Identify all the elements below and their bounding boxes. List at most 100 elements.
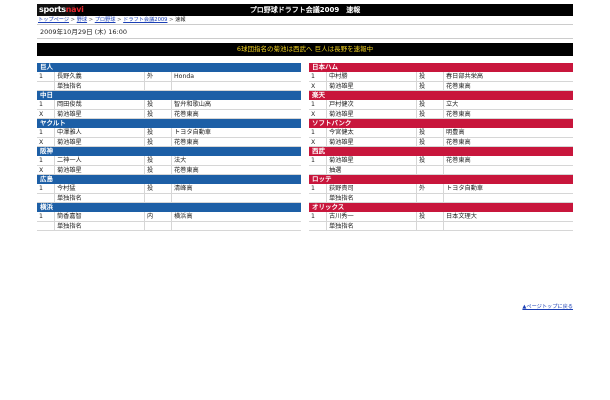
player-affiliation <box>172 222 301 231</box>
pick-row: X 菊池雄星投花巻東高 <box>37 109 301 119</box>
player-position <box>145 81 172 90</box>
team-name: ソフトバンク <box>309 119 573 128</box>
page-top-link[interactable]: ▲ページトップに戻る <box>522 303 573 310</box>
player-name: 岡田俊哉 <box>55 100 145 109</box>
pick-number: 1 <box>309 156 327 165</box>
player-affiliation: 花巻東高 <box>446 110 471 118</box>
pick-row: 単独指名 <box>309 221 573 231</box>
team-name: 広島 <box>37 175 301 184</box>
player-position: 投 <box>145 128 172 137</box>
player-name: 今宮健太 <box>327 128 417 137</box>
pick-number: X <box>37 137 55 146</box>
player-position: 投 <box>417 128 444 137</box>
pick-row: 1 戸村健次投立大 <box>309 100 573 110</box>
team-name: ロッテ <box>309 175 573 184</box>
team-block: 広島 1 今村猛投清峰高 単独指名 <box>37 175 301 203</box>
pick-row: 1 岡田俊哉投智弁和歌山高 <box>37 100 301 110</box>
team-name: 中日 <box>37 91 301 100</box>
player-affiliation: 智弁和歌山高 <box>174 101 212 108</box>
player-name: 二神一人 <box>55 156 145 165</box>
player-name: 単独指名 <box>55 221 145 230</box>
pick-number <box>309 221 327 230</box>
player-position: 投 <box>417 72 444 81</box>
team-name: 楽天 <box>309 91 573 100</box>
breadcrumb-separator: > <box>115 17 124 23</box>
player-affiliation: トヨタ自動車 <box>446 185 484 192</box>
breadcrumb-top[interactable]: トップページ <box>38 17 69 23</box>
pick-row: 1 今宮健太投明豊高 <box>309 128 573 138</box>
draft-results: 巨人 1 長野久義外 Honda 単独指名 中日 1 岡田俊哉投智弁和歌山高 X 菊池雄星投花巻東… <box>37 63 573 231</box>
pick-row: 1 二神一人投法大 <box>37 156 301 166</box>
player-affiliation: 花巻東高 <box>446 82 471 90</box>
player-name: 筒香嘉智 <box>55 212 145 221</box>
breadcrumb-baseball[interactable]: 野球 <box>77 17 87 23</box>
pick-number: 1 <box>37 212 55 221</box>
player-position: 投 <box>417 100 444 109</box>
team-block: 中日 1 岡田俊哉投智弁和歌山高 X 菊池雄星投花巻東高 <box>37 91 301 119</box>
pick-number: 1 <box>309 128 327 137</box>
player-position: 内 <box>145 212 172 221</box>
team-block: 阪神 1 二神一人投法大 X 菊池雄星投花巻東高 <box>37 147 301 175</box>
team-name: 巨人 <box>37 63 301 72</box>
pick-number: 1 <box>309 212 327 221</box>
team-block: 日本ハム 1 中村勝投春日部共栄高 X 菊池雄星投花巻東高 <box>309 63 573 91</box>
pick-row: 1 今村猛投清峰高 <box>37 184 301 194</box>
pick-row: 1 中澤雅人投トヨタ自動車 <box>37 128 301 138</box>
breadcrumb-separator: > <box>69 17 77 23</box>
player-affiliation: 花巻東高 <box>174 138 199 146</box>
player-name: 菊池雄星 <box>55 137 145 146</box>
player-position: 投 <box>417 156 444 165</box>
player-name: 単独指名 <box>327 221 417 230</box>
pick-number <box>37 81 55 90</box>
player-name: 中村勝 <box>327 72 417 81</box>
team-name: 日本ハム <box>309 63 573 72</box>
player-name: 単独指名 <box>55 81 145 90</box>
pick-row: 1 古川秀一投日本文理大 <box>309 212 573 222</box>
page-title: プロ野球ドラフト会議2009 速報 <box>249 6 361 14</box>
player-affiliation: 立大 <box>446 101 459 108</box>
pacific-league-column: 日本ハム 1 中村勝投春日部共栄高 X 菊池雄星投花巻東高 楽天 1 戸村健次投立大 X 菊池雄星… <box>309 63 573 231</box>
player-affiliation: 花巻東高 <box>446 157 471 164</box>
breadcrumb-pro-baseball[interactable]: プロ野球 <box>95 17 116 23</box>
pick-row: 1 菊池雄星投花巻東高 <box>309 156 573 166</box>
team-block: ヤクルト 1 中澤雅人投トヨタ自動車 X 菊池雄星投花巻東高 <box>37 119 301 147</box>
pick-number: 1 <box>309 184 327 193</box>
team-block: 西武 1 菊池雄星投花巻東高 抽選 <box>309 147 573 175</box>
headline-banner: 6球団指名の菊池は西武へ 巨人は長野を速報中 <box>37 43 573 56</box>
pick-row: 単独指名 <box>37 81 301 91</box>
pick-row: 1 筒香嘉智内横浜高 <box>37 212 301 222</box>
player-name: 古川秀一 <box>327 212 417 221</box>
player-name: 単独指名 <box>55 193 145 202</box>
player-affiliation <box>444 166 573 175</box>
team-name: 西武 <box>309 147 573 156</box>
pick-row: 1 長野久義外 Honda <box>37 72 301 82</box>
player-position: 投 <box>145 137 172 146</box>
breadcrumb-separator: > <box>167 17 176 23</box>
player-position: 投 <box>145 165 172 174</box>
team-name: ヤクルト <box>37 119 301 128</box>
player-affiliation: トヨタ自動車 <box>174 129 212 136</box>
breadcrumb-draft-2009[interactable]: ドラフト会議2009 <box>123 17 167 23</box>
player-position: 投 <box>417 81 444 90</box>
player-name: 菊池雄星 <box>327 156 417 165</box>
player-name: 中澤雅人 <box>55 128 145 137</box>
player-name: 菊池雄星 <box>55 109 145 118</box>
player-name: 長野久義 <box>55 72 145 81</box>
breadcrumb: トップページ > 野球 > プロ野球 > ドラフト会議2009 > 速報 <box>37 16 573 25</box>
player-affiliation: Honda <box>174 73 195 80</box>
team-block: オリックス 1 古川秀一投日本文理大 単独指名 <box>309 203 573 231</box>
player-name: 菊池雄星 <box>327 137 417 146</box>
player-affiliation: 春日部共栄高 <box>446 73 484 80</box>
player-affiliation: 花巻東高 <box>446 138 471 146</box>
player-affiliation: 清峰高 <box>174 185 193 192</box>
pick-number: 1 <box>37 72 55 81</box>
player-affiliation: 明豊高 <box>446 129 465 136</box>
player-affiliation <box>172 82 301 91</box>
pick-row: X 菊池雄星投花巻東高 <box>309 137 573 147</box>
player-affiliation: 日本文理大 <box>446 213 477 220</box>
player-position: 外 <box>417 184 444 193</box>
team-block: 横浜 1 筒香嘉智内横浜高 単独指名 <box>37 203 301 231</box>
pick-number: 1 <box>309 72 327 81</box>
pick-number: X <box>309 81 327 90</box>
player-affiliation <box>444 194 573 203</box>
